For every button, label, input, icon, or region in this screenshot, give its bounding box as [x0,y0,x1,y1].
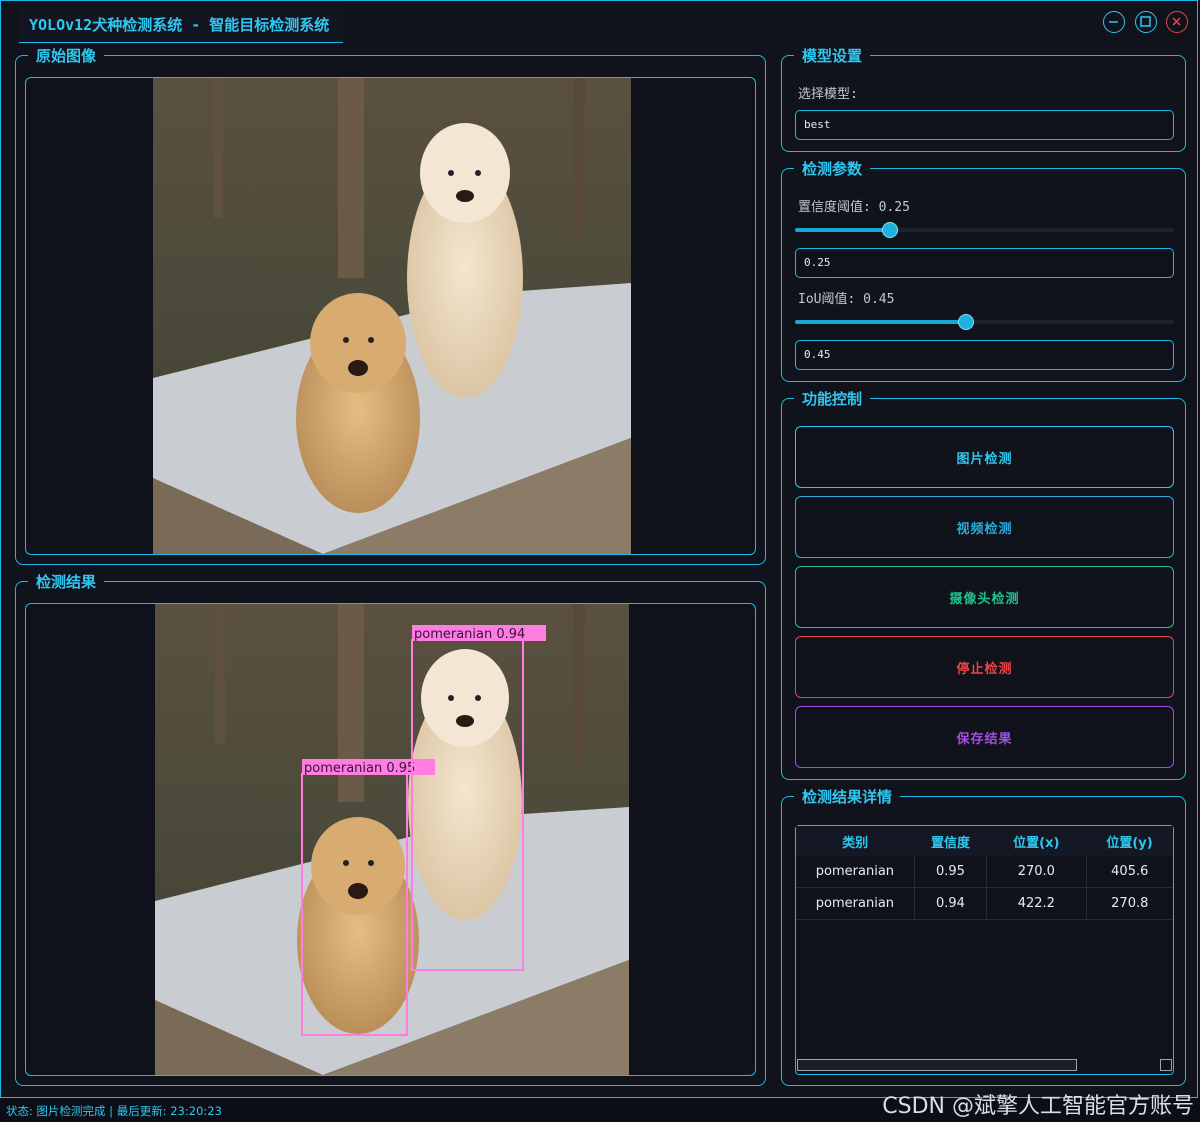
result-photo: pomeranian 0.95 pomeranian 0.94 [155,604,629,1075]
original-image-frame [25,77,756,555]
original-image-title: 原始图像 [28,46,105,66]
stop-detect-button[interactable]: 停止检测 [795,636,1174,698]
result-image-frame: pomeranian 0.95 pomeranian 0.94 [25,603,756,1076]
model-settings-title: 模型设置 [794,46,871,66]
detection-params-title: 检测参数 [794,159,871,179]
close-icon [1172,17,1181,26]
confidence-label: 置信度阈值: 0.25 [798,200,910,215]
cell-y: 405.6 [1086,856,1173,888]
save-results-button[interactable]: 保存结果 [795,706,1174,768]
cell-confidence: 0.95 [914,856,988,888]
confidence-slider[interactable] [795,222,1174,238]
column-header-class[interactable]: 类别 [796,826,915,856]
column-header-x[interactable]: 位置(x) [986,826,1087,856]
column-header-confidence[interactable]: 置信度 [914,826,987,856]
model-select[interactable]: best [795,110,1174,140]
cell-x: 270.0 [986,856,1087,888]
model-select-label: 选择模型: [798,87,858,102]
confidence-slider-handle[interactable] [882,222,898,238]
bbox-label-1: pomeranian 0.95 [304,761,415,776]
detection-details-title: 检测结果详情 [794,787,901,807]
cell-x: 422.2 [986,887,1087,920]
cell-y: 270.8 [1086,887,1173,920]
iou-slider-handle[interactable] [958,314,974,330]
column-header-y[interactable]: 位置(y) [1086,826,1173,856]
cell-class: pomeranian [796,856,915,888]
original-photo [153,78,631,554]
table-horizontal-scrollbar[interactable] [797,1059,1077,1071]
bbox-label-2: pomeranian 0.94 [414,627,525,642]
confidence-input[interactable]: 0.25 [795,248,1174,278]
maximize-icon [1140,16,1151,27]
cell-class: pomeranian [796,887,915,920]
cell-confidence: 0.94 [914,887,988,920]
watermark: CSDN @斌擎人工智能官方账号 [882,1094,1194,1119]
iou-label: IoU阈值: 0.45 [798,292,895,307]
image-detect-button[interactable]: 图片检测 [795,426,1174,488]
function-control-title: 功能控制 [794,389,871,409]
camera-detect-button[interactable]: 摄像头检测 [795,566,1174,628]
result-image-title: 检测结果 [28,572,105,592]
maximize-button[interactable] [1135,11,1157,33]
window-title: YOLOv12犬种检测系统 - 智能目标检测系统 [19,7,343,43]
video-detect-button[interactable]: 视频检测 [795,496,1174,558]
app-window: YOLOv12犬种检测系统 - 智能目标检测系统 原始图像 检测结果 pomer… [0,0,1198,1098]
details-table: 类别 置信度 位置(x) 位置(y) pomeranian 0.95 270.0… [796,826,1173,920]
table-scroll-corner [1160,1059,1172,1071]
status-bar: 状态: 图片检测完成 | 最后更新: 23:20:23 [6,1104,222,1118]
minimize-button[interactable] [1103,11,1125,33]
table-row[interactable]: pomeranian 0.94 422.2 270.8 [796,887,1173,920]
close-button[interactable] [1166,11,1188,33]
table-row[interactable]: pomeranian 0.95 270.0 405.6 [796,856,1173,888]
table-header-row: 类别 置信度 位置(x) 位置(y) [796,826,1173,856]
iou-input[interactable]: 0.45 [795,340,1174,370]
iou-slider[interactable] [795,314,1174,330]
minimize-icon [1109,21,1118,23]
title-bar[interactable]: YOLOv12犬种检测系统 - 智能目标检测系统 [1,1,1199,43]
